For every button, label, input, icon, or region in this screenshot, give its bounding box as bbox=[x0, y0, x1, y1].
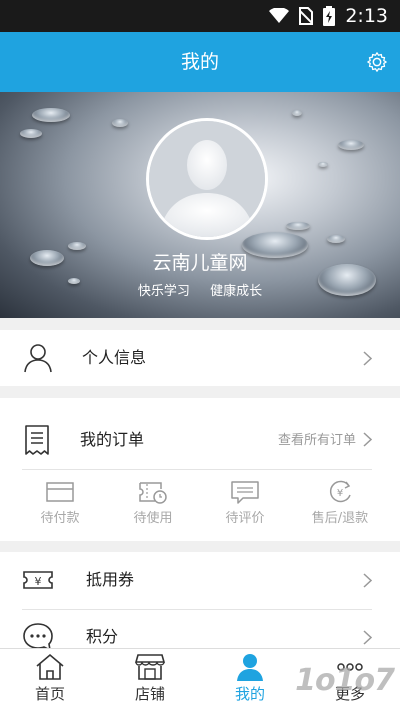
watermark: 1o1o7 bbox=[295, 663, 395, 698]
status-label: 待使用 bbox=[133, 511, 173, 526]
personal-info-card: 个人信息 bbox=[0, 330, 400, 386]
wifi-icon bbox=[269, 8, 290, 23]
order-status-to-use[interactable]: 待使用 bbox=[103, 480, 203, 530]
profile-tag: 快乐学习 bbox=[137, 284, 190, 299]
chevron-right-icon bbox=[363, 432, 372, 447]
gear-icon[interactable] bbox=[366, 51, 388, 73]
ticket-clock-icon bbox=[139, 482, 167, 504]
avatar[interactable] bbox=[146, 118, 268, 240]
order-status-to-review[interactable]: 待评价 bbox=[195, 480, 295, 530]
water-drop bbox=[286, 222, 310, 230]
water-drop bbox=[20, 129, 42, 138]
profile-tag: 健康成长 bbox=[210, 284, 263, 299]
status-bar: 2:13 bbox=[0, 0, 400, 32]
tab-shop[interactable]: 店铺 bbox=[100, 649, 200, 711]
view-all-orders-link[interactable]: 查看所有订单 bbox=[278, 410, 356, 472]
tab-label: 我的 bbox=[234, 685, 265, 703]
personal-info-label: 个人信息 bbox=[82, 348, 147, 367]
status-label: 售后/退款 bbox=[311, 511, 369, 526]
water-drop bbox=[292, 110, 302, 116]
divider bbox=[22, 469, 372, 470]
svg-text:¥: ¥ bbox=[35, 575, 42, 588]
water-drop bbox=[318, 162, 328, 167]
coupon-label: 抵用券 bbox=[86, 570, 135, 589]
tab-mine[interactable]: 我的 bbox=[200, 649, 300, 711]
shop-icon bbox=[135, 654, 165, 680]
status-time: 2:13 bbox=[345, 5, 388, 27]
default-avatar-icon bbox=[149, 121, 265, 237]
user-icon bbox=[237, 654, 263, 681]
coupon-icon: ¥ bbox=[23, 571, 53, 589]
svg-text:¥: ¥ bbox=[337, 488, 343, 499]
personal-info-row[interactable]: 个人信息 bbox=[0, 328, 400, 388]
app-header: 我的 bbox=[0, 32, 400, 92]
page-title: 我的 bbox=[180, 51, 219, 73]
home-icon bbox=[36, 653, 64, 680]
status-label: 待付款 bbox=[40, 511, 80, 526]
bottom-tab-bar: 首页 店铺 我的 更多 1o1o7 bbox=[0, 648, 400, 711]
profile-tags: 快乐学习 健康成长 bbox=[0, 280, 400, 299]
status-label: 待评价 bbox=[225, 511, 265, 526]
tab-label: 首页 bbox=[34, 685, 65, 703]
chevron-right-icon bbox=[363, 351, 372, 366]
person-icon bbox=[24, 344, 52, 373]
receipt-icon bbox=[25, 425, 49, 455]
order-status-pending-payment[interactable]: 待付款 bbox=[10, 480, 110, 530]
order-status-after-sale[interactable]: ¥ 售后/退款 bbox=[290, 480, 390, 530]
card-icon bbox=[46, 482, 74, 502]
water-drop bbox=[112, 119, 128, 127]
no-sim-icon bbox=[299, 7, 314, 25]
profile-name: 云南儿童网 bbox=[152, 252, 248, 274]
my-orders-label: 我的订单 bbox=[80, 430, 145, 449]
my-orders-row[interactable]: 我的订单 查看所有订单 bbox=[0, 410, 400, 470]
chevron-right-icon bbox=[363, 573, 372, 588]
water-drop bbox=[327, 235, 345, 243]
battery-charging-icon bbox=[323, 6, 336, 26]
chevron-right-icon bbox=[363, 630, 372, 645]
tab-label: 店铺 bbox=[134, 685, 165, 703]
tab-home[interactable]: 首页 bbox=[0, 649, 100, 711]
coupon-row[interactable]: ¥ 抵用券 bbox=[0, 550, 400, 610]
refund-icon: ¥ bbox=[329, 480, 351, 503]
water-drop bbox=[338, 140, 364, 150]
comment-icon bbox=[231, 481, 259, 504]
water-drop bbox=[32, 108, 70, 122]
